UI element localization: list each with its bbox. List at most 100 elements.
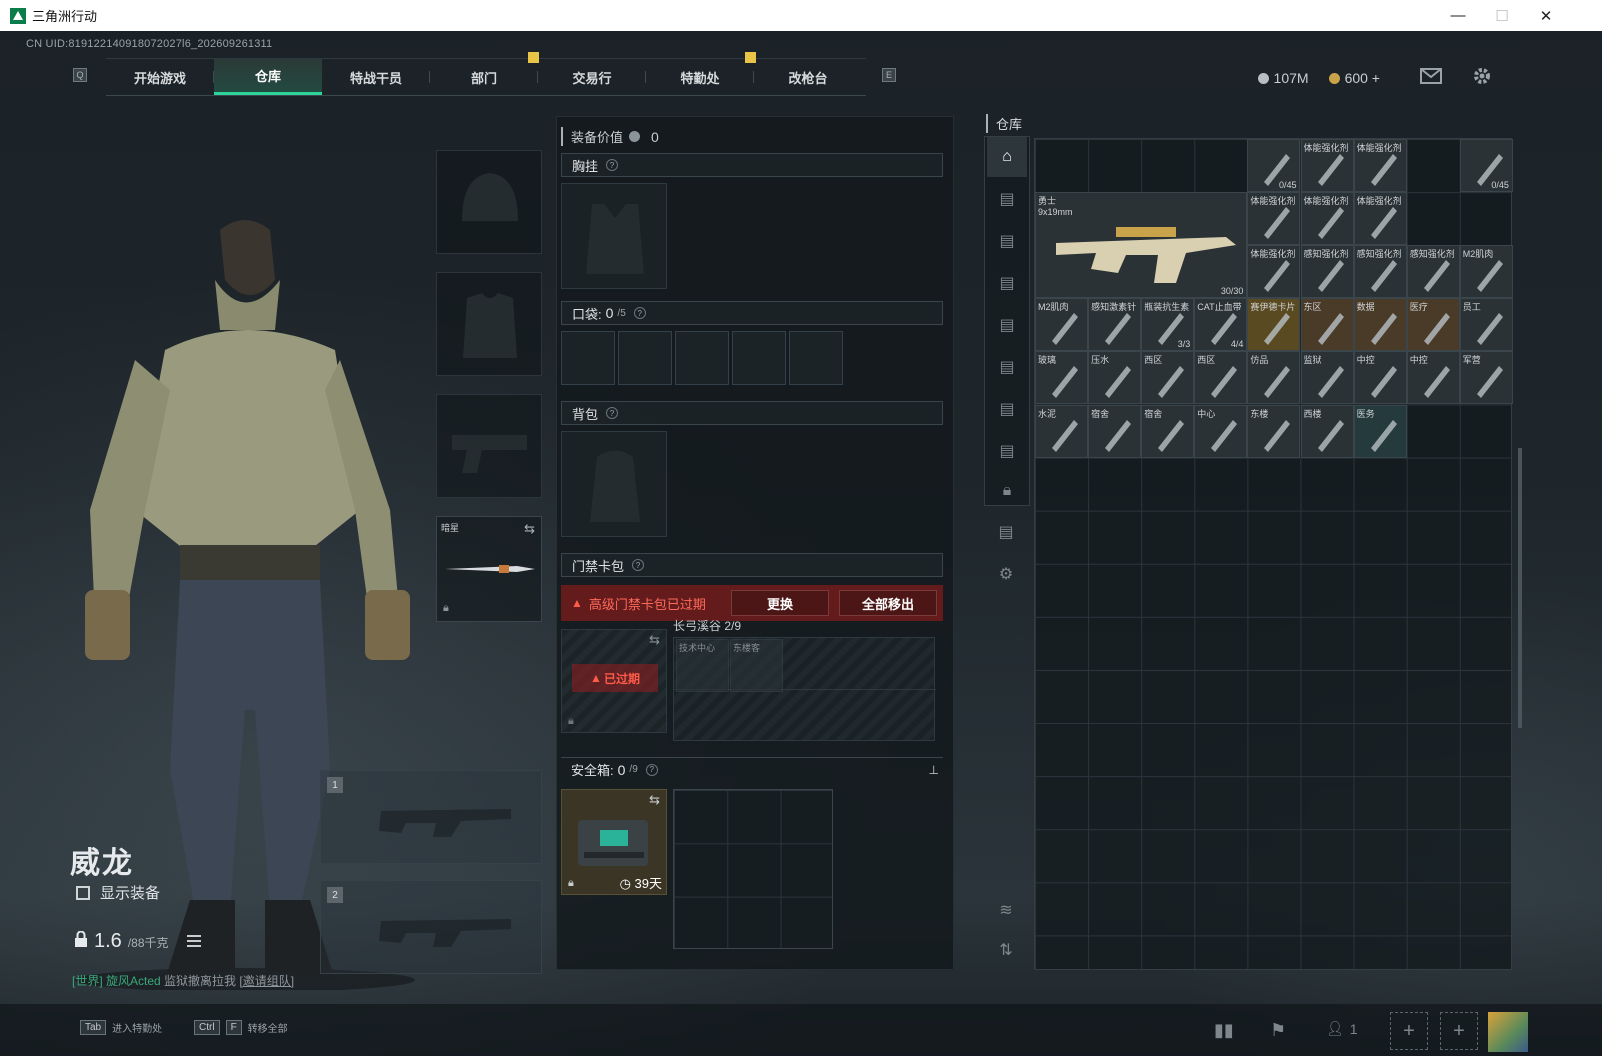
warehouse-item[interactable]: M2肌肉: [1459, 245, 1513, 299]
pocket-slot[interactable]: [561, 331, 615, 385]
warehouse-item[interactable]: 宿舍: [1141, 404, 1195, 458]
storage-tab-icon[interactable]: ▤: [987, 179, 1027, 219]
warehouse-item[interactable]: 赛伊德卡片: [1247, 298, 1301, 352]
warehouse-item[interactable]: 医疗: [1406, 298, 1460, 352]
warehouse-item[interactable]: 体能强化剂: [1300, 192, 1354, 246]
tab-special-ops[interactable]: 特勤处: [646, 59, 754, 95]
warehouse-item[interactable]: CAT止血带 4/4: [1194, 298, 1248, 352]
gold-currency[interactable]: 600 +: [1328, 70, 1380, 86]
chat-sender[interactable]: 旋风Acted: [106, 974, 161, 988]
remove-all-button[interactable]: 全部移出: [839, 590, 937, 616]
body-armor-slot[interactable]: [436, 272, 542, 376]
pocket-slot[interactable]: [675, 331, 729, 385]
pin-icon[interactable]: ⊥: [929, 763, 939, 777]
storage-tab-icon[interactable]: ▤: [987, 389, 1027, 429]
warehouse-item[interactable]: 宿舍: [1088, 404, 1142, 458]
nav-prev-key[interactable]: Q: [73, 68, 87, 82]
warehouse-home-icon[interactable]: ⌂: [987, 137, 1027, 177]
warehouse-item[interactable]: 0/45: [1247, 139, 1301, 193]
tab-department[interactable]: 部门: [430, 59, 538, 95]
maximize-button[interactable]: ☐: [1480, 0, 1524, 31]
tab-trading[interactable]: 交易行: [538, 59, 646, 95]
keycard-item[interactable]: 东楼客: [730, 639, 783, 692]
transfer-all-hint[interactable]: Ctrl F 转移全部: [194, 1020, 288, 1035]
warehouse-item[interactable]: 监狱: [1300, 351, 1354, 405]
warehouse-scrollbar[interactable]: [1518, 448, 1522, 728]
warehouse-item[interactable]: 体能强化剂: [1353, 192, 1407, 246]
checkbox[interactable]: [76, 885, 90, 900]
pocket-slot[interactable]: [618, 331, 672, 385]
warehouse-item[interactable]: 玻璃: [1035, 351, 1089, 405]
warehouse-item[interactable]: 瓶装抗生素 3/3: [1141, 298, 1195, 352]
warehouse-item[interactable]: 感知强化剂: [1300, 245, 1354, 299]
safebox-grid[interactable]: [673, 789, 833, 949]
storage-tab-icon[interactable]: ▤: [987, 263, 1027, 303]
warehouse-item[interactable]: 体能强化剂: [1247, 245, 1301, 299]
melee-slot[interactable]: 暗星 ⇆ 🔒︎: [436, 516, 542, 622]
pistol-slot[interactable]: [436, 394, 542, 498]
warehouse-item[interactable]: 感知强化剂: [1406, 245, 1460, 299]
warehouse-item[interactable]: 体能强化剂: [1353, 139, 1407, 193]
list-icon[interactable]: [186, 934, 201, 952]
primary-weapon-slot-1[interactable]: 1: [320, 770, 542, 864]
warehouse-item[interactable]: 中控: [1353, 351, 1407, 405]
storage-tab-icon[interactable]: ▤: [987, 347, 1027, 387]
friends-button[interactable]: 👤︎ 1: [1326, 1020, 1358, 1037]
add-teammate-button[interactable]: +: [1390, 1012, 1428, 1050]
settings-gear-icon[interactable]: [1472, 66, 1492, 89]
warehouse-item[interactable]: 中控: [1406, 351, 1460, 405]
help-icon[interactable]: ?: [645, 763, 658, 776]
help-icon[interactable]: ?: [632, 559, 645, 571]
warehouse-item[interactable]: 西区: [1141, 351, 1195, 405]
warehouse-item[interactable]: 压水: [1088, 351, 1142, 405]
keycard-case-slot[interactable]: ⇆ ▲ 已过期 🔒︎: [561, 629, 667, 733]
warehouse-item[interactable]: 员工: [1459, 298, 1513, 352]
warehouse-item[interactable]: 东楼: [1247, 404, 1301, 458]
warehouse-item[interactable]: 中心: [1194, 404, 1248, 458]
nav-next-key[interactable]: E: [882, 68, 896, 82]
layers-icon[interactable]: ≋: [986, 890, 1026, 930]
warehouse-item[interactable]: M2肌肉: [1035, 298, 1089, 352]
pocket-slot[interactable]: [789, 331, 843, 385]
expand-storage-icon[interactable]: ▤: [986, 512, 1026, 552]
warehouse-item[interactable]: 西楼: [1300, 404, 1354, 458]
storage-lock-icon[interactable]: 🔒︎: [987, 471, 1027, 511]
warehouse-item[interactable]: 体能强化剂: [1247, 192, 1301, 246]
warehouse-item[interactable]: 西区: [1194, 351, 1248, 405]
help-icon[interactable]: ?: [606, 407, 619, 419]
storage-tab-icon[interactable]: ▤: [987, 431, 1027, 471]
keycard-item[interactable]: 技术中心: [676, 639, 729, 692]
mail-icon[interactable]: [1420, 68, 1442, 87]
sort-icon[interactable]: ⇅: [986, 930, 1026, 970]
tab-gunsmith[interactable]: 改枪台: [754, 59, 862, 95]
flag-icon[interactable]: ⚑: [1270, 1020, 1286, 1041]
warehouse-item[interactable]: 勇士 9x19mm 30/30: [1035, 192, 1248, 299]
swap-icon[interactable]: ⇆: [524, 521, 535, 537]
helmet-slot[interactable]: [436, 150, 542, 254]
tab-start-game[interactable]: 开始游戏: [106, 59, 214, 95]
primary-weapon-slot-2[interactable]: 2: [320, 880, 542, 974]
storage-tab-icon[interactable]: ▤: [987, 221, 1027, 261]
warehouse-settings-icon[interactable]: ⚙: [986, 554, 1026, 594]
add-teammate-button[interactable]: +: [1440, 1012, 1478, 1050]
close-button[interactable]: ✕: [1524, 0, 1568, 31]
backpack-slot[interactable]: [561, 431, 667, 537]
tab-warehouse[interactable]: 仓库: [214, 59, 322, 95]
warehouse-item[interactable]: 仿品: [1247, 351, 1301, 405]
show-equipment-toggle[interactable]: 显示装备: [76, 882, 160, 903]
chest-rig-slot[interactable]: [561, 183, 667, 289]
warehouse-item[interactable]: 体能强化剂: [1300, 139, 1354, 193]
minimize-button[interactable]: —: [1436, 0, 1480, 31]
enter-special-ops-hint[interactable]: Tab 进入特勤处: [80, 1020, 162, 1035]
help-icon[interactable]: ?: [606, 159, 619, 171]
stats-icon[interactable]: ▮▮: [1214, 1020, 1234, 1041]
warehouse-item[interactable]: 0/45: [1459, 139, 1513, 193]
warehouse-item[interactable]: 数据: [1353, 298, 1407, 352]
warehouse-item[interactable]: 感知强化剂: [1353, 245, 1407, 299]
warehouse-item[interactable]: 医务: [1353, 404, 1407, 458]
warehouse-item[interactable]: 感知激素针: [1088, 298, 1142, 352]
safebox-slot[interactable]: ⇆ 🔒︎ ◷ 39天: [561, 789, 667, 895]
swap-icon[interactable]: ⇆: [649, 632, 660, 648]
help-icon[interactable]: ?: [633, 307, 646, 319]
warehouse-item[interactable]: 军营: [1459, 351, 1513, 405]
